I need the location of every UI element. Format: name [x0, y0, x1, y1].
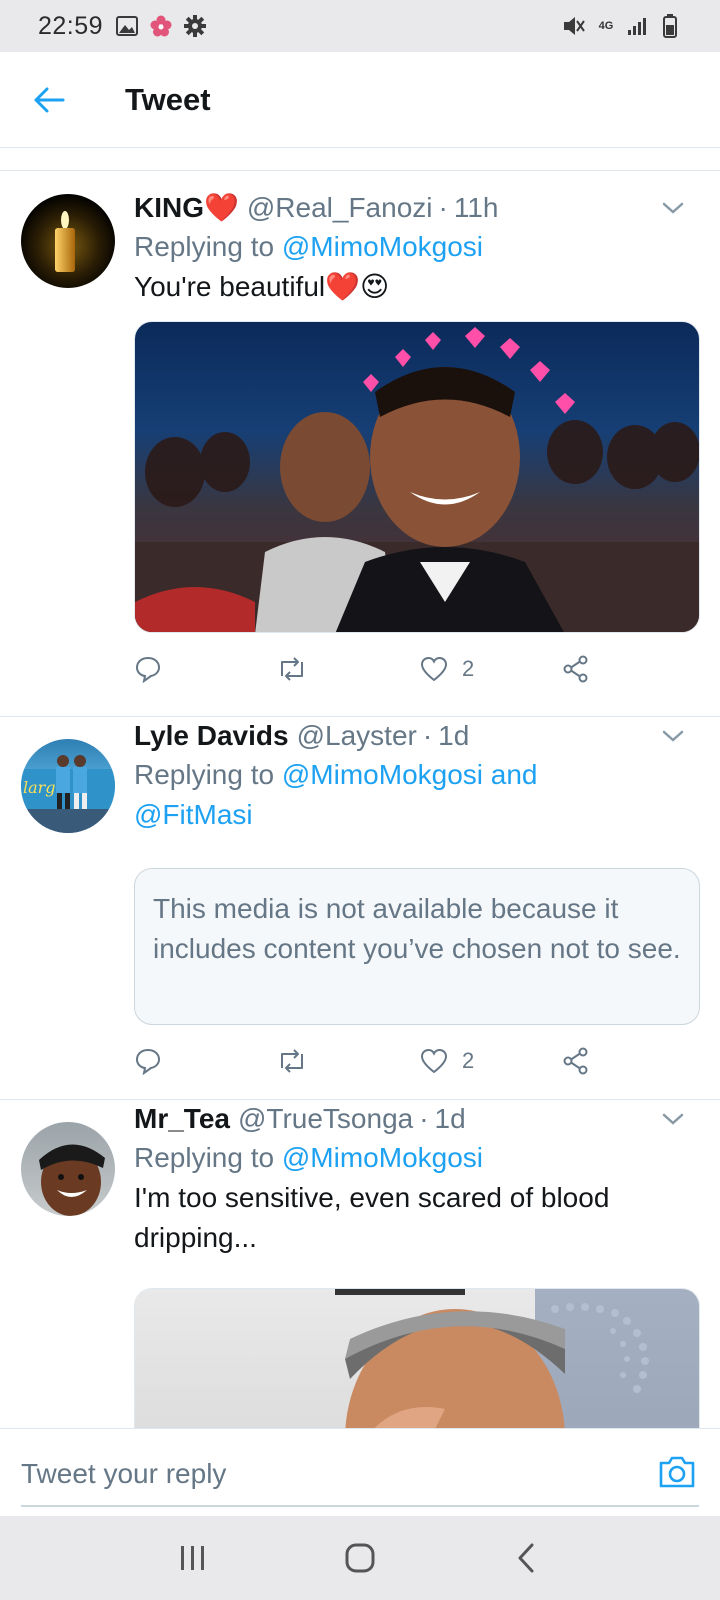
user-handle[interactable]: @Layster: [297, 717, 417, 755]
separator: ·: [419, 1103, 429, 1134]
separator: ·: [422, 720, 433, 751]
mention-link[interactable]: @MimoMokgosi: [282, 1142, 483, 1173]
tweet-time: 1d: [434, 1103, 466, 1134]
withheld-media-notice: This media is not available because it i…: [134, 868, 700, 1025]
replying-to: Replying to @MimoMokgosi: [134, 227, 686, 267]
chevron-down-icon[interactable]: [660, 1106, 686, 1132]
avatar-image: [39, 1144, 105, 1216]
chevron-down-icon[interactable]: [660, 723, 686, 749]
reply-icon: [135, 656, 161, 683]
recent-apps-button[interactable]: [163, 1528, 223, 1588]
image-icon: [115, 14, 139, 38]
avatar[interactable]: larga: [21, 739, 115, 833]
heart-icon: [420, 1048, 448, 1074]
tweet-header: Lyle Davids @Layster · 1d: [134, 717, 686, 755]
status-notification-icons: [115, 14, 207, 38]
back-button[interactable]: [19, 70, 79, 130]
mention-link[interactable]: @FitMasi: [134, 795, 686, 835]
user-handle[interactable]: @TrueTsonga: [238, 1100, 413, 1138]
user-name[interactable]: Mr_Tea: [134, 1100, 230, 1138]
avatar[interactable]: [21, 1122, 115, 1216]
tweet-time: 1d: [438, 720, 470, 751]
tweet-text-line: dripping...: [134, 1222, 257, 1253]
user-name[interactable]: KING: [134, 189, 204, 227]
network-label: 4G: [598, 20, 614, 32]
mute-icon: [562, 14, 586, 38]
reply-button[interactable]: [134, 1041, 176, 1081]
system-nav-bar: [0, 1516, 720, 1600]
user-name[interactable]: Lyle Davids: [134, 717, 289, 755]
tweet-item[interactable]: Mr_Tea @TrueTsonga · 1d Replying to @Mim…: [0, 1100, 720, 1428]
retweet-icon: [281, 1049, 303, 1073]
retweet-button[interactable]: [276, 1041, 322, 1081]
mention-link[interactable]: @MimoMokgosi and: [282, 759, 538, 790]
app-header: Tweet: [0, 52, 720, 148]
share-icon: [563, 1047, 588, 1075]
replying-prefix: Replying to: [134, 231, 275, 262]
replying-prefix: Replying to: [134, 1142, 275, 1173]
tweet-item[interactable]: larga Lyle Davids @Layster · 1d Replying…: [0, 717, 720, 1100]
user-handle[interactable]: @Real_Fanozi: [247, 189, 433, 227]
reply-input[interactable]: [21, 1451, 641, 1497]
status-time: 22:59: [38, 11, 104, 40]
replying-to: Replying to @MimoMokgosi: [134, 1138, 686, 1178]
name-emoji: ❤️: [204, 192, 239, 223]
tweet-actions: 2: [134, 1041, 614, 1081]
status-bar: 22:59 4G: [0, 0, 720, 52]
tweet-item[interactable]: KING ❤️ @Real_Fanozi · 11h Replying to @…: [0, 171, 720, 717]
replying-to: Replying to @MimoMokgosi and: [134, 755, 686, 795]
home-icon: [345, 1543, 375, 1573]
tweet-text-line: I'm too sensitive, even scared of blood: [134, 1182, 610, 1213]
retweet-icon: [281, 657, 303, 681]
photo-image: [335, 1289, 699, 1428]
network-4g-icon: 4G: [594, 14, 618, 38]
gear-icon: [183, 14, 207, 38]
tweet-content: Lyle Davids @Layster · 1d Replying to @M…: [134, 717, 686, 835]
share-button[interactable]: [562, 1041, 590, 1081]
reply-composer: [0, 1428, 720, 1516]
tweet-actions: 2: [134, 649, 614, 689]
avatar-image: larga: [21, 755, 115, 833]
like-button[interactable]: 2: [420, 649, 474, 689]
candle-icon: [55, 211, 75, 272]
share-icon: [563, 655, 588, 683]
reply-button[interactable]: [134, 649, 176, 689]
tweet-content: Mr_Tea @TrueTsonga · 1d Replying to @Mim…: [134, 1100, 686, 1258]
tweet-photo[interactable]: [134, 1288, 700, 1428]
status-system-icons: 4G: [562, 14, 682, 38]
tweet-content: KING ❤️ @Real_Fanozi · 11h Replying to @…: [134, 189, 686, 307]
flower-icon: [149, 14, 173, 38]
battery-icon: [658, 14, 682, 38]
tweet-time: 11h: [453, 192, 499, 223]
arrow-left-icon: [34, 87, 65, 112]
tweet-header: Mr_Tea @TrueTsonga · 1d: [134, 1100, 686, 1138]
tweet-text: You're beautiful❤️😍: [134, 271, 390, 302]
mention-link[interactable]: @MimoMokgosi: [282, 231, 483, 262]
back-icon: [518, 1543, 534, 1573]
tweet-header: KING ❤️ @Real_Fanozi · 11h: [134, 189, 686, 227]
like-count: 2: [462, 1048, 475, 1073]
recent-apps-icon: [181, 1546, 205, 1570]
chevron-down-icon[interactable]: [660, 195, 686, 221]
avatar[interactable]: [21, 194, 115, 288]
like-button[interactable]: 2: [420, 1041, 474, 1081]
replying-prefix: Replying to: [134, 759, 275, 790]
tweet-photo[interactable]: [134, 321, 700, 633]
home-button[interactable]: [330, 1528, 390, 1588]
like-count: 2: [462, 656, 475, 681]
photo-image: [135, 327, 699, 632]
separator: ·: [438, 192, 448, 223]
back-nav-button[interactable]: [497, 1528, 557, 1588]
signal-icon: [626, 14, 650, 38]
retweet-button[interactable]: [276, 649, 322, 689]
page-title: Tweet: [125, 81, 211, 117]
camera-icon[interactable]: [656, 1451, 698, 1493]
input-underline: [21, 1505, 699, 1507]
heart-icon: [420, 656, 448, 682]
reply-icon: [135, 1048, 161, 1075]
share-button[interactable]: [562, 649, 590, 689]
